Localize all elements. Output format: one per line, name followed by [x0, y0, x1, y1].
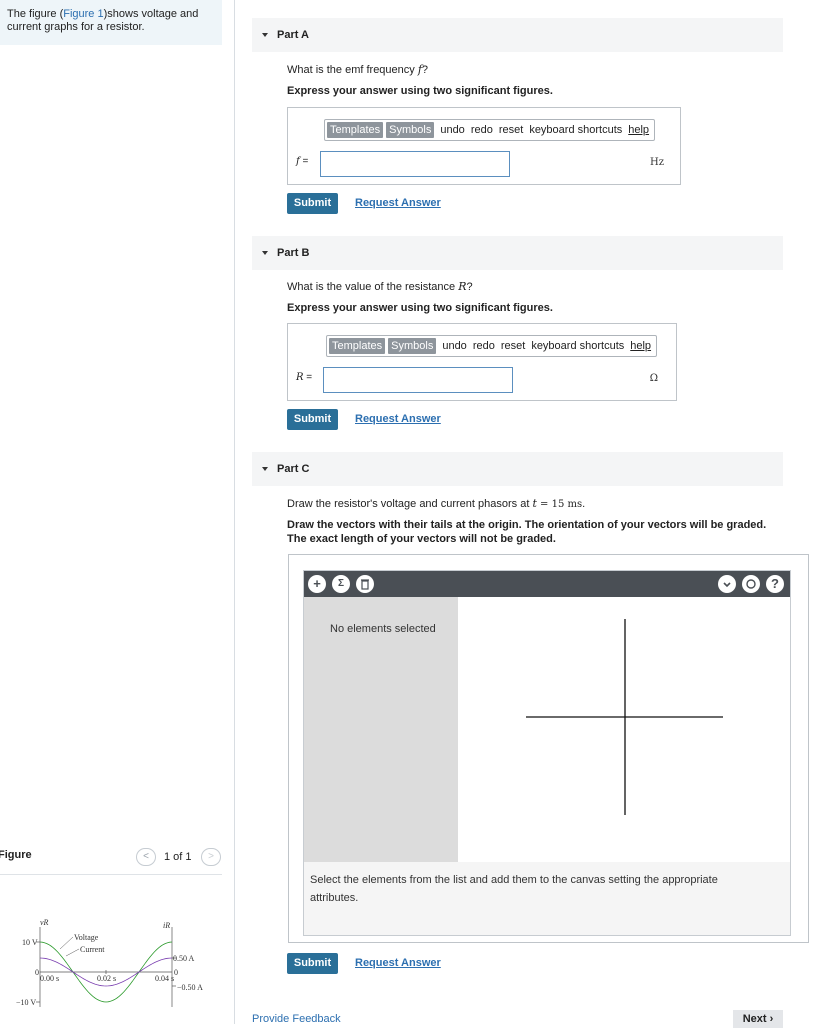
- canvas-axes: [526, 619, 723, 815]
- part-b-request-answer-link[interactable]: Request Answer: [355, 413, 441, 425]
- i-max-label: 0.50 A: [173, 954, 195, 963]
- part-a-header[interactable]: Part A: [252, 18, 783, 52]
- caret-down-icon: [262, 33, 268, 37]
- drawing-tool-frame: + Σ ? No elements selected Select the el…: [303, 570, 791, 936]
- part-b-instruction: Express your answer using two significan…: [287, 302, 553, 314]
- i-min-label: −0.50 A: [177, 983, 203, 992]
- no-elements-text: No elements selected: [330, 623, 436, 635]
- provide-feedback-link[interactable]: Provide Feedback: [252, 1013, 341, 1025]
- i-zero-label: 0: [174, 968, 178, 977]
- part-a-answer-input[interactable]: [320, 151, 510, 177]
- sum-icon[interactable]: Σ: [332, 575, 350, 593]
- v-zero-label: 0: [35, 968, 39, 977]
- part-b-header[interactable]: Part B: [252, 236, 783, 270]
- part-a-question: What is the emf frequency f?: [287, 63, 429, 76]
- drawing-instructions: Select the elements from the list and ad…: [310, 874, 718, 904]
- part-b-unit: Ω: [649, 373, 658, 384]
- part-a-request-answer-link[interactable]: Request Answer: [355, 197, 441, 209]
- phasor-canvas[interactable]: [458, 597, 790, 862]
- vector-drawing-tool: + Σ ? No elements selected Select the el…: [288, 554, 809, 943]
- part-a-title: Part A: [277, 29, 309, 41]
- help-button[interactable]: help: [630, 340, 651, 352]
- undo-button[interactable]: undo: [442, 340, 466, 352]
- voltage-current-graph: vR iR 10 V 0 −10 V 0.50 A 0 −0.50 A 0.00…: [16, 918, 203, 1007]
- reset-button[interactable]: reset: [501, 340, 525, 352]
- chevron-right-icon: ›: [769, 1013, 774, 1025]
- t2-label: 0.04 s: [155, 974, 174, 983]
- part-b-answer-input[interactable]: [323, 367, 513, 393]
- help-button[interactable]: help: [628, 124, 649, 136]
- part-c-header[interactable]: Part C: [252, 452, 783, 486]
- current-label: Current: [80, 945, 105, 954]
- figure-pager-count: 1 of 1: [164, 851, 192, 863]
- part-c-request-answer-link[interactable]: Request Answer: [355, 957, 441, 969]
- figure-divider: [0, 874, 222, 875]
- help-icon[interactable]: ?: [766, 575, 784, 593]
- add-element-icon[interactable]: +: [308, 575, 326, 593]
- part-c-title: Part C: [277, 463, 310, 475]
- element-list-panel[interactable]: No elements selected: [304, 597, 458, 862]
- redo-button[interactable]: redo: [471, 124, 493, 136]
- part-b-title: Part B: [277, 247, 310, 259]
- column-divider[interactable]: [234, 0, 235, 1024]
- part-b-submit-button[interactable]: Submit: [287, 409, 338, 430]
- intro-text: The figure (Figure 1)shows voltage and c…: [0, 0, 222, 45]
- t0-label: 0.00 s: [40, 974, 59, 983]
- chevron-down-icon[interactable]: [718, 575, 736, 593]
- part-b-variable-label: R =: [296, 372, 313, 383]
- part-a-answer-box: Templates Symbols undo redo reset keyboa…: [287, 107, 681, 185]
- symbols-button[interactable]: Symbols: [386, 122, 435, 138]
- symbols-button[interactable]: Symbols: [388, 338, 437, 354]
- voltage-label: Voltage: [74, 933, 99, 942]
- part-b-question: What is the value of the resistance R?: [287, 280, 473, 293]
- part-a-math-toolbar: Templates Symbols undo redo reset keyboa…: [324, 119, 656, 141]
- figure-link[interactable]: Figure 1: [63, 8, 103, 20]
- part-b-answer-box: Templates Symbols undo redo reset keyboa…: [287, 323, 677, 401]
- caret-down-icon: [262, 467, 268, 471]
- v-max-label: 10 V: [22, 938, 38, 947]
- templates-button[interactable]: Templates: [327, 122, 384, 138]
- v-min-label: −10 V: [16, 998, 36, 1007]
- keyboard-shortcuts-button[interactable]: keyboard shortcuts: [531, 340, 624, 352]
- caret-down-icon: [262, 251, 268, 255]
- figure-title: Figure: [0, 849, 32, 861]
- drawing-toolbar: + Σ ?: [304, 571, 790, 597]
- part-a-variable-label: f =: [296, 156, 309, 167]
- intro-text-start: The figure (: [7, 8, 64, 20]
- next-button[interactable]: Next ›: [733, 1010, 783, 1028]
- figure-prev-button[interactable]: <: [136, 848, 156, 866]
- keyboard-shortcuts-button[interactable]: keyboard shortcuts: [529, 124, 622, 136]
- refresh-icon[interactable]: [742, 575, 760, 593]
- v-axis-label: vR: [40, 918, 49, 927]
- templates-button[interactable]: Templates: [329, 338, 386, 354]
- part-b-math-toolbar: Templates Symbols undo redo reset keyboa…: [326, 335, 658, 357]
- undo-button[interactable]: undo: [440, 124, 464, 136]
- part-c-submit-button[interactable]: Submit: [287, 953, 338, 974]
- part-a-submit-button[interactable]: Submit: [287, 193, 338, 214]
- trash-icon[interactable]: [356, 575, 374, 593]
- figure-next-button[interactable]: >: [201, 848, 221, 866]
- reset-button[interactable]: reset: [499, 124, 523, 136]
- part-a-instruction: Express your answer using two significan…: [287, 85, 553, 97]
- i-axis-label: iR: [163, 921, 170, 930]
- redo-button[interactable]: redo: [473, 340, 495, 352]
- part-c-question: Draw the resistor's voltage and current …: [287, 497, 586, 510]
- part-a-unit: Hz: [650, 157, 664, 168]
- part-c-instruction: Draw the vectors with their tails at the…: [287, 519, 767, 545]
- t1-label: 0.02 s: [97, 974, 116, 983]
